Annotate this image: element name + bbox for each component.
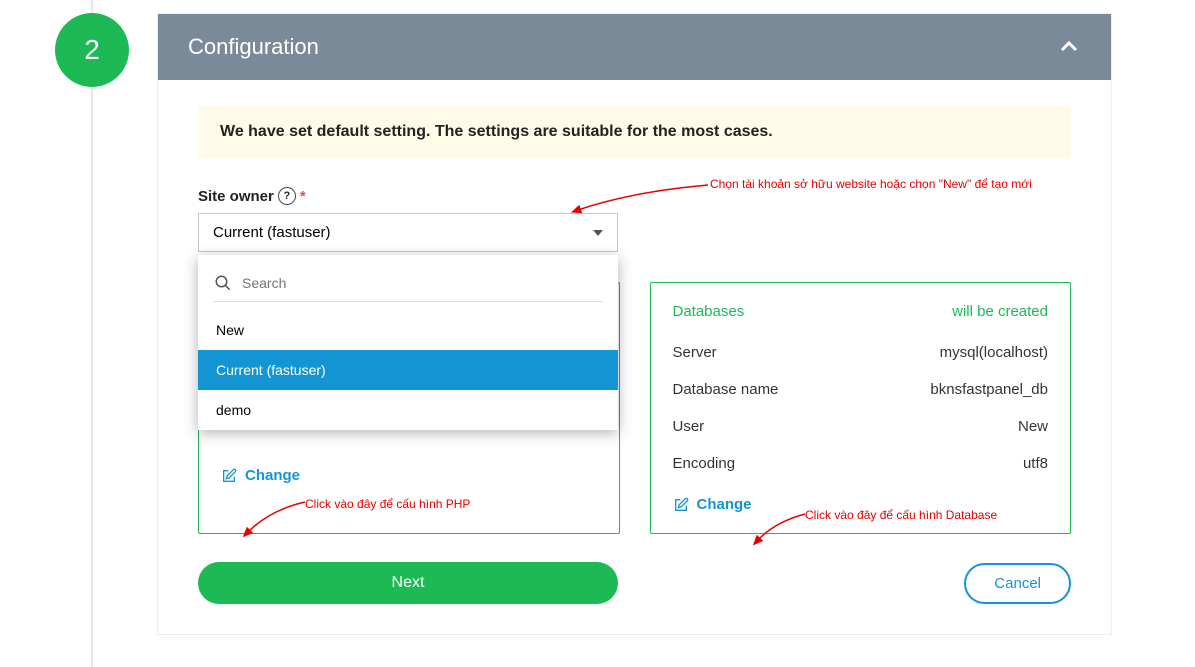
dropdown-option-new[interactable]: New [198,310,618,350]
timeline-line [91,0,93,667]
db-card-status: will be created [952,303,1048,320]
db-user-label: User [673,418,705,435]
dropdown-option-current[interactable]: Current (fastuser) [198,350,618,390]
db-change-label: Change [697,496,752,513]
next-button[interactable]: Next [198,562,618,604]
php-change-label: Change [245,467,300,484]
select-value: Current (fastuser) [213,224,331,241]
db-encoding-row: Encoding utf8 [673,445,1049,482]
step-badge: 2 [55,13,129,87]
db-name-row: Database name bknsfastpanel_db [673,371,1049,408]
dropdown-option-demo[interactable]: demo [198,390,618,430]
annotation-db: Click vào đây để cấu hình Database [805,508,997,522]
config-panel: Configuration We have set default settin… [157,13,1112,635]
panel-title: Configuration [188,34,319,60]
info-banner: We have set default setting. The setting… [198,105,1071,159]
owner-dropdown: New Current (fastuser) demo [198,255,618,430]
caret-down-icon [593,230,603,236]
search-icon [214,274,232,292]
help-icon[interactable]: ? [278,187,296,205]
db-server-label: Server [673,344,717,361]
db-encoding-label: Encoding [673,455,736,472]
panel-body: We have set default setting. The setting… [158,80,1111,634]
annotation-owner: Chọn tài khoản sở hữu website hoặc chọn … [710,177,1032,191]
required-asterisk: * [300,188,306,205]
db-card: Databases will be created Server mysql(l… [650,282,1072,534]
edit-icon [673,497,689,513]
chevron-up-icon [1057,35,1081,59]
db-user-row: User New [673,408,1049,445]
cancel-button[interactable]: Cancel [964,563,1071,604]
db-user-value: New [1018,418,1048,435]
php-change-button[interactable]: Change [221,467,597,484]
panel-header[interactable]: Configuration [158,14,1111,80]
annotation-php: Click vào đây để cấu hình PHP [305,497,470,511]
db-name-label: Database name [673,381,779,398]
select-box[interactable]: Current (fastuser) [198,213,618,252]
db-encoding-value: utf8 [1023,455,1048,472]
edit-icon [221,468,237,484]
db-card-title: Databases [673,303,745,320]
db-name-value: bknsfastpanel_db [930,381,1048,398]
db-server-value: mysql(localhost) [940,344,1048,361]
dropdown-search-input[interactable] [242,269,602,297]
site-owner-select[interactable]: Current (fastuser) New Current (fastuser… [198,213,618,252]
actions-row: Next Cancel [198,562,1071,604]
db-server-row: Server mysql(localhost) [673,334,1049,371]
search-underline [214,301,602,302]
db-title-row: Databases will be created [673,303,1049,320]
dropdown-search-row [198,265,618,297]
